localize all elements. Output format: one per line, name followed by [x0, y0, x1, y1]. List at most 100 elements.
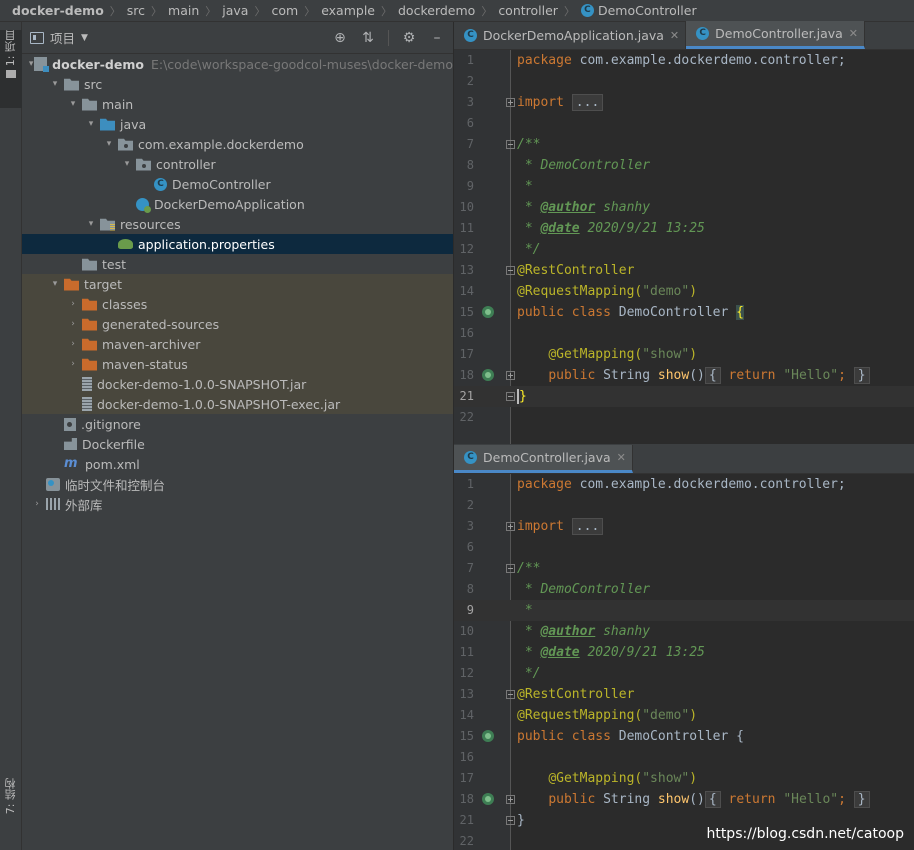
- fold-marker-icon[interactable]: [506, 266, 515, 275]
- breadcrumb-item[interactable]: example: [321, 3, 375, 18]
- structure-tool-button[interactable]: 7: 结构: [0, 778, 22, 844]
- code-line[interactable]: 12 */: [454, 663, 914, 684]
- collapse-arrow-icon[interactable]: ›: [64, 319, 82, 329]
- spring-bean-icon[interactable]: [482, 306, 494, 318]
- tree-item[interactable]: ▾ controller: [22, 154, 453, 174]
- editor-tab[interactable]: DemoController.java ✕: [454, 445, 633, 473]
- code-line[interactable]: 14 @RequestMapping("demo"): [454, 705, 914, 726]
- code-line[interactable]: 10 * @author shanhy: [454, 621, 914, 642]
- code-line[interactable]: 10 * @author shanhy: [454, 197, 914, 218]
- code-line[interactable]: 15 public class DemoController {: [454, 302, 914, 323]
- breadcrumb-item[interactable]: DemoController: [598, 3, 697, 18]
- fold-marker-icon[interactable]: [506, 392, 515, 401]
- expand-arrow-icon[interactable]: ▾: [46, 79, 64, 89]
- tree-item[interactable]: application.properties: [22, 234, 453, 254]
- tree-item[interactable]: Dockerfile: [22, 434, 453, 454]
- code-line[interactable]: 2: [454, 71, 914, 92]
- code-line[interactable]: 16: [454, 747, 914, 768]
- code-line[interactable]: 8 * DemoController: [454, 155, 914, 176]
- close-icon[interactable]: ✕: [849, 27, 858, 40]
- code-line[interactable]: 11 * @date 2020/9/21 13:25: [454, 218, 914, 239]
- code-line[interactable]: 12 */: [454, 239, 914, 260]
- collapse-arrow-icon[interactable]: ›: [28, 499, 46, 509]
- tree-item[interactable]: ▾ java: [22, 114, 453, 134]
- code-line[interactable]: 6: [454, 537, 914, 558]
- tree-item[interactable]: .gitignore: [22, 414, 453, 434]
- code-line[interactable]: 3 import ...: [454, 92, 914, 113]
- locate-icon[interactable]: ⊕: [332, 30, 348, 46]
- code-line[interactable]: 18 public String show(){ return "Hello";…: [454, 365, 914, 386]
- code-line[interactable]: 1 package com.example.dockerdemo.controll…: [454, 474, 914, 495]
- breadcrumb-item[interactable]: src: [127, 3, 145, 18]
- expand-arrow-icon[interactable]: ▾: [82, 119, 100, 129]
- chevron-down-icon[interactable]: ▼: [81, 33, 88, 43]
- code-line[interactable]: 17 @GetMapping("show"): [454, 344, 914, 365]
- expand-arrow-icon[interactable]: ▾: [64, 99, 82, 109]
- breadcrumb-item[interactable]: java: [222, 3, 248, 18]
- tree-item[interactable]: test: [22, 254, 453, 274]
- code-line[interactable]: 18 public String show(){ return "Hello";…: [454, 789, 914, 810]
- expand-arrow-icon[interactable]: ▾: [82, 219, 100, 229]
- collapse-arrow-icon[interactable]: ›: [64, 339, 82, 349]
- tree-item[interactable]: › generated-sources: [22, 314, 453, 334]
- tree-item[interactable]: › classes: [22, 294, 453, 314]
- collapse-arrow-icon[interactable]: ›: [64, 359, 82, 369]
- tree-item[interactable]: ▾ src: [22, 74, 453, 94]
- code-line[interactable]: 16: [454, 323, 914, 344]
- code-area-bottom[interactable]: 1 package com.example.dockerdemo.controll…: [454, 474, 914, 850]
- fold-marker-icon[interactable]: [506, 795, 515, 804]
- code-line[interactable]: 22: [454, 407, 914, 428]
- code-line[interactable]: 13 @RestController: [454, 260, 914, 281]
- tree-item[interactable]: DemoController: [22, 174, 453, 194]
- collapse-all-icon[interactable]: ⇅: [360, 30, 376, 46]
- expand-arrow-icon[interactable]: ▾: [46, 279, 64, 289]
- close-icon[interactable]: ✕: [617, 451, 626, 464]
- code-line[interactable]: 3 import ...: [454, 516, 914, 537]
- fold-marker-icon[interactable]: [506, 140, 515, 149]
- code-area-top[interactable]: 1 package com.example.dockerdemo.controll…: [454, 50, 914, 448]
- spring-bean-icon[interactable]: [482, 793, 494, 805]
- breadcrumb-item[interactable]: dockerdemo: [398, 3, 475, 18]
- code-line[interactable]: 7 /**: [454, 134, 914, 155]
- collapse-arrow-icon[interactable]: ›: [64, 299, 82, 309]
- tree-item[interactable]: ▾ docker-demo E:\code\workspace-goodcol-mu…: [22, 54, 453, 74]
- code-line[interactable]: 21}: [454, 386, 914, 407]
- breadcrumb-item[interactable]: main: [168, 3, 199, 18]
- code-line[interactable]: 9 *: [454, 600, 914, 621]
- tree-item[interactable]: docker-demo-1.0.0-SNAPSHOT-exec.jar: [22, 394, 453, 414]
- gear-icon[interactable]: ⚙: [401, 30, 417, 46]
- close-icon[interactable]: ✕: [670, 29, 679, 42]
- minimize-icon[interactable]: –: [429, 30, 445, 46]
- fold-marker-icon[interactable]: [506, 98, 515, 107]
- fold-marker-icon[interactable]: [506, 564, 515, 573]
- code-line[interactable]: 11 * @date 2020/9/21 13:25: [454, 642, 914, 663]
- tree-item[interactable]: › 外部库: [22, 494, 453, 514]
- code-line[interactable]: 14 @RequestMapping("demo"): [454, 281, 914, 302]
- code-line[interactable]: 2: [454, 495, 914, 516]
- tree-item[interactable]: ▾ resources: [22, 214, 453, 234]
- fold-marker-icon[interactable]: [506, 371, 515, 380]
- code-line[interactable]: 8 * DemoController: [454, 579, 914, 600]
- project-tool-button[interactable]: 1: 项目: [0, 30, 22, 108]
- tree-item[interactable]: DockerDemoApplication: [22, 194, 453, 214]
- tree-item[interactable]: ▾ main: [22, 94, 453, 114]
- tree-item[interactable]: ▾ com.example.dockerdemo: [22, 134, 453, 154]
- code-line[interactable]: 17 @GetMapping("show"): [454, 768, 914, 789]
- editor-tab[interactable]: DemoController.java ✕: [686, 21, 866, 49]
- spring-bean-icon[interactable]: [482, 369, 494, 381]
- tree-item[interactable]: docker-demo-1.0.0-SNAPSHOT.jar: [22, 374, 453, 394]
- breadcrumb-item[interactable]: controller: [498, 3, 558, 18]
- code-line[interactable]: 7 /**: [454, 558, 914, 579]
- tree-item[interactable]: ▾ target: [22, 274, 453, 294]
- breadcrumb-item[interactable]: com: [271, 3, 298, 18]
- tree-item[interactable]: › maven-archiver: [22, 334, 453, 354]
- editor-tab[interactable]: DockerDemoApplication.java ✕: [454, 21, 687, 49]
- code-line[interactable]: 6: [454, 113, 914, 134]
- fold-marker-icon[interactable]: [506, 816, 515, 825]
- tree-item[interactable]: m pom.xml: [22, 454, 453, 474]
- expand-arrow-icon[interactable]: ▾: [100, 139, 118, 149]
- tree-item[interactable]: 临时文件和控制台: [22, 474, 453, 494]
- fold-marker-icon[interactable]: [506, 690, 515, 699]
- fold-marker-icon[interactable]: [506, 522, 515, 531]
- spring-bean-icon[interactable]: [482, 730, 494, 742]
